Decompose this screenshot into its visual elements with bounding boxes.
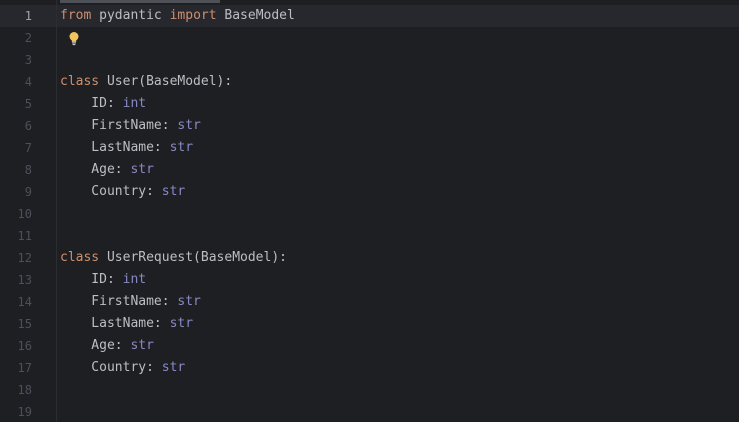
identifier-token: ID:: [60, 96, 123, 111]
type-token: str: [169, 140, 194, 155]
identifier-token: BaseModel: [216, 8, 295, 23]
line-number: 7: [24, 141, 32, 155]
code-line[interactable]: 4 class User(BaseModel):: [0, 71, 739, 93]
code-line[interactable]: 5 ID: int: [0, 93, 739, 115]
code-text: Country: str: [60, 357, 185, 379]
type-token: str: [177, 294, 201, 309]
keyword-token: import: [169, 8, 217, 23]
line-number: 4: [24, 75, 32, 89]
identifier-token: ID:: [60, 272, 123, 287]
code-line[interactable]: 14 FirstName: str: [0, 291, 739, 313]
code-line[interactable]: 10: [0, 203, 739, 225]
line-number: 17: [17, 361, 32, 375]
code-text: ID: int: [60, 269, 146, 291]
line-number: 14: [17, 295, 32, 309]
type-token: str: [177, 118, 201, 133]
identifier-token: FirstName:: [60, 294, 178, 309]
line-number: 18: [17, 383, 32, 397]
identifier-token: Country:: [60, 360, 162, 375]
code-text: FirstName: str: [60, 115, 201, 137]
type-token: str: [161, 360, 186, 375]
code-line[interactable]: 15 LastName: str: [0, 313, 739, 335]
type-token: int: [122, 96, 147, 111]
code-text: class User(BaseModel):: [60, 71, 232, 93]
code-line[interactable]: 16 Age: str: [0, 335, 739, 357]
line-number: 15: [17, 317, 32, 331]
identifier-token: pydantic: [91, 8, 170, 23]
line-number: 19: [17, 405, 32, 419]
type-token: str: [130, 162, 154, 177]
line-number: 1: [24, 9, 32, 23]
code-line[interactable]: 11: [0, 225, 739, 247]
line-number: 3: [24, 53, 32, 67]
code-line[interactable]: 18: [0, 379, 739, 401]
lightbulb-icon[interactable]: [66, 30, 82, 46]
identifier-token: Age:: [60, 162, 131, 177]
code-line[interactable]: 7 LastName: str: [0, 137, 739, 159]
line-number: 8: [24, 163, 32, 177]
line-number: 11: [17, 229, 32, 243]
code-line[interactable]: 2: [0, 27, 739, 49]
code-line[interactable]: 9 Country: str: [0, 181, 739, 203]
line-number: 2: [24, 31, 32, 45]
code-text: Age: str: [60, 335, 154, 357]
keyword-token: class: [60, 74, 100, 89]
code-line[interactable]: 12 class UserRequest(BaseModel):: [0, 247, 739, 269]
type-token: int: [122, 272, 147, 287]
line-number: 16: [17, 339, 32, 353]
type-token: str: [161, 184, 186, 199]
code-line[interactable]: 3: [0, 49, 739, 71]
line-number: 10: [17, 207, 32, 221]
code-text: class UserRequest(BaseModel):: [60, 247, 287, 269]
code-text: Age: str: [60, 159, 154, 181]
code-text: LastName: str: [60, 137, 193, 159]
code-text: Country: str: [60, 181, 185, 203]
code-line[interactable]: 8 Age: str: [0, 159, 739, 181]
line-number: 12: [17, 251, 32, 265]
horizontal-scroll-indicator[interactable]: [60, 0, 220, 3]
identifier-token: LastName:: [60, 316, 170, 331]
code-line[interactable]: 1 from pydantic import BaseModel: [0, 5, 739, 27]
code-line[interactable]: 17 Country: str: [0, 357, 739, 379]
code-line[interactable]: 13 ID: int: [0, 269, 739, 291]
identifier-token: UserRequest(BaseModel):: [99, 250, 287, 265]
line-number: 5: [24, 97, 32, 111]
code-text: FirstName: str: [60, 291, 201, 313]
type-token: str: [169, 316, 194, 331]
type-token: str: [130, 338, 154, 353]
identifier-token: User(BaseModel):: [99, 74, 233, 89]
identifier-token: FirstName:: [60, 118, 178, 133]
code-text: LastName: str: [60, 313, 193, 335]
code-line[interactable]: 6 FirstName: str: [0, 115, 739, 137]
keyword-token: class: [60, 250, 100, 265]
identifier-token: Country:: [60, 184, 162, 199]
code-line[interactable]: 19: [0, 401, 739, 422]
line-number: 6: [24, 119, 32, 133]
code-text: ID: int: [60, 93, 146, 115]
code-editor[interactable]: 1 from pydantic import BaseModel 2 3 4 class …: [0, 0, 739, 422]
line-number: 9: [24, 185, 32, 199]
code-text: from pydantic import BaseModel: [60, 5, 295, 27]
identifier-token: Age:: [60, 338, 131, 353]
identifier-token: LastName:: [60, 140, 170, 155]
keyword-token: from: [60, 8, 92, 23]
line-number: 13: [17, 273, 32, 287]
